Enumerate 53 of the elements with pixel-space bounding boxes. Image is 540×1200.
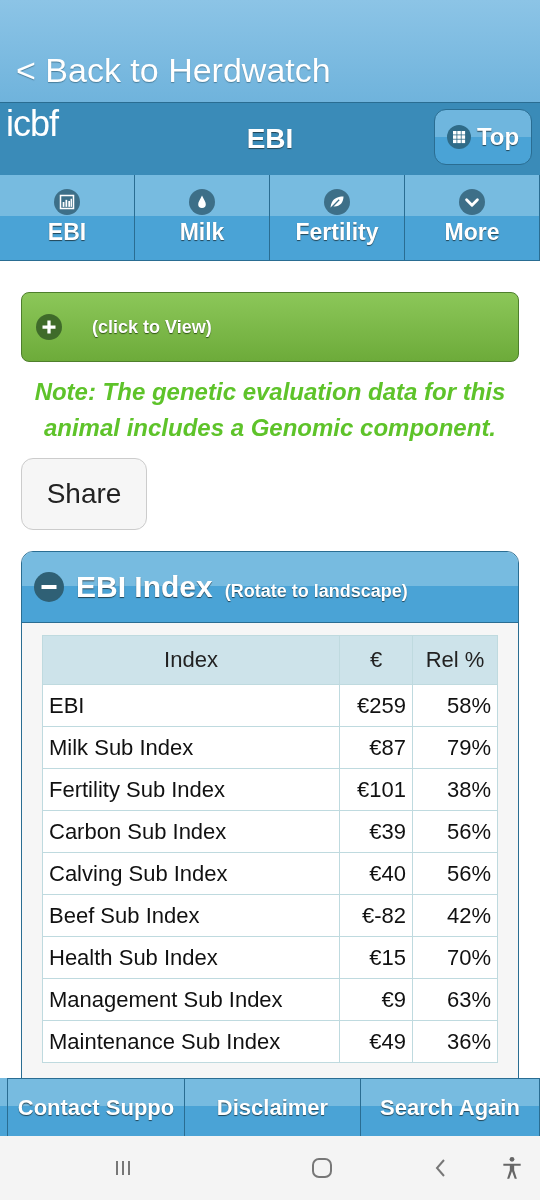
table-cell: Calving Sub Index [42,852,340,895]
leaf-icon [324,189,350,215]
grid-icon [446,125,471,149]
table-cell: Beef Sub Index [42,894,340,937]
table-cell: €15 [339,936,413,979]
nav-tab[interactable]: Milk [135,175,270,260]
column-header: € [339,635,413,685]
footer-tab-edge [0,1078,8,1136]
table-cell: Fertility Sub Index [42,768,340,811]
card-header[interactable]: EBI Index (Rotate to landscape) [22,552,518,623]
table-cell: €87 [339,726,413,769]
drop-icon [189,189,215,215]
table-cell: 58% [412,684,498,727]
footer-button[interactable]: Disclaimer [185,1078,361,1136]
table-cell: 56% [412,852,498,895]
table-cell: EBI [42,684,340,727]
table-cell: €49 [339,1020,413,1063]
collapsible-bar[interactable]: (click to View) [21,292,519,362]
card-subtitle: (Rotate to landscape) [224,580,408,602]
nav-tab[interactable]: Fertility [270,175,405,260]
logo: icbf [6,103,59,145]
share-button[interactable]: Share [21,458,147,530]
table-cell: 56% [412,810,498,853]
table-cell: €-82 [339,894,413,937]
chevron-down-icon [459,189,485,215]
table-cell: 79% [412,726,498,769]
table-cell: Carbon Sub Index [42,810,340,853]
column-header: Index [42,635,340,685]
page-title: EBI [246,123,294,155]
card-title: EBI Index [76,570,213,604]
table-cell: Health Sub Index [42,936,340,979]
table-cell: 63% [412,978,498,1021]
table-cell: 36% [412,1020,498,1063]
top-button[interactable]: Top [434,109,532,165]
column-header: Rel % [412,635,498,685]
bar-chart-icon [54,189,80,215]
nav-tab[interactable]: More [405,175,540,260]
table-cell: €259 [339,684,413,727]
note-text: Note: The genetic evaluation data for this animal includes a Genomic component. [33,377,507,443]
table-cell: 70% [412,936,498,979]
footer-button[interactable]: Contact Suppo [8,1078,185,1136]
table-cell: 42% [412,894,498,937]
table-cell: €40 [339,852,413,895]
table-cell: Milk Sub Index [42,726,340,769]
footer-button[interactable]: Search Again [361,1078,540,1136]
table-cell: Maintenance Sub Index [42,1020,340,1063]
table-cell: Management Sub Index [42,978,340,1021]
table-cell: €9 [339,978,413,1021]
table-cell: €101 [339,768,413,811]
home-icon[interactable] [309,1156,334,1180]
table-cell: €39 [339,810,413,853]
nav-tab[interactable]: EBI [0,175,135,260]
table-cell: 38% [412,768,498,811]
